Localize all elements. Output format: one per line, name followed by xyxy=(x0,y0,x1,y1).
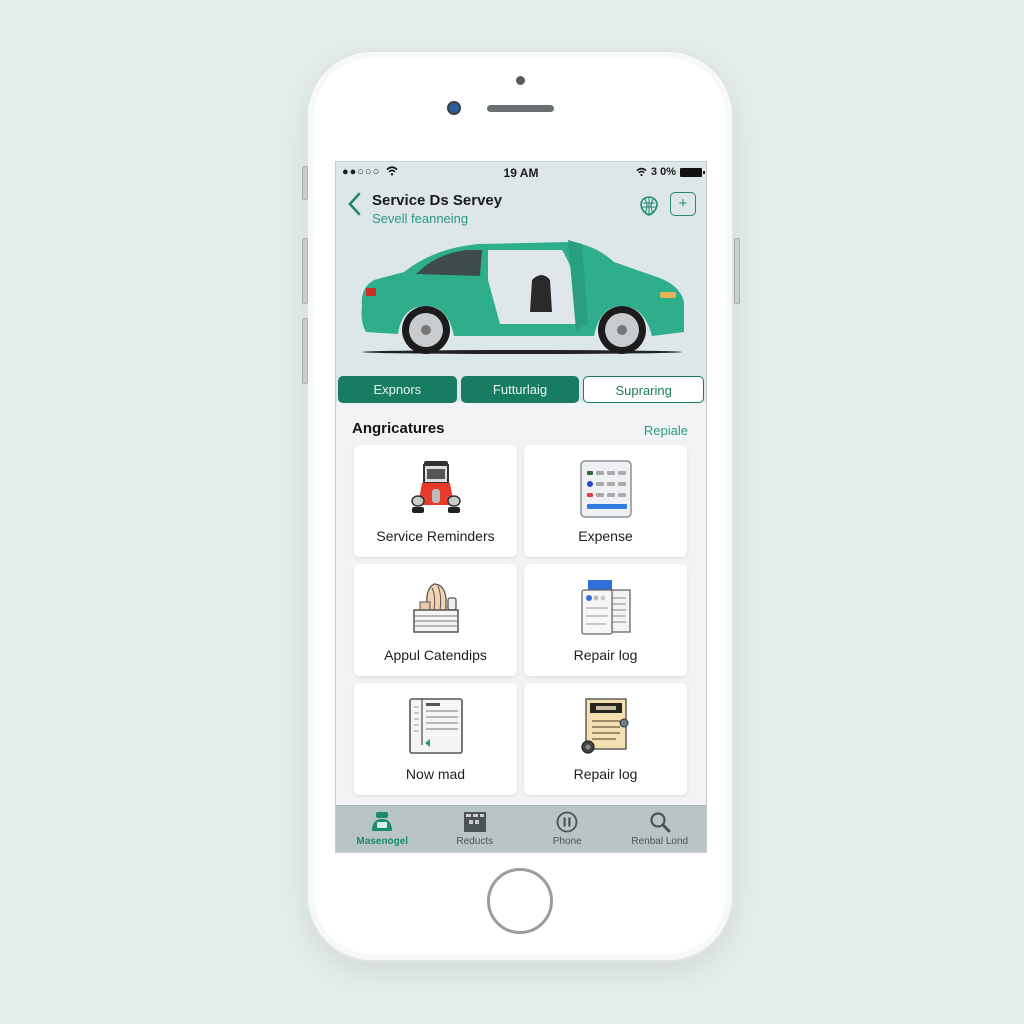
page-subtitle: Sevell feanneing xyxy=(372,211,469,226)
back-button[interactable] xyxy=(346,191,368,219)
app-screen: ●●○○○ 19 AM 3 0% Service Ds Servey Sevel… xyxy=(335,161,707,853)
pause-circle-icon xyxy=(556,811,578,833)
mute-switch xyxy=(302,166,308,200)
feature-grid: Service Reminders Expense Appul Catendip… xyxy=(354,445,688,795)
card-label: Repair log xyxy=(573,647,638,663)
tab-futturlaig[interactable]: Futturlaig xyxy=(460,376,580,403)
status-right: 3 0% xyxy=(636,166,705,178)
card-repair-log-2[interactable]: Repair log xyxy=(524,683,687,795)
car-rear-wheel xyxy=(402,306,450,354)
expense-sheet-icon xyxy=(579,460,632,518)
nav-phone[interactable]: Phone xyxy=(521,806,614,852)
card-appul-catendips[interactable]: Appul Catendips xyxy=(354,564,517,676)
volume-down-button xyxy=(302,318,308,384)
car-tail-light xyxy=(366,288,376,296)
nav-label: Masenogel xyxy=(356,836,409,847)
page-title: Service Ds Servey xyxy=(372,192,503,209)
plus-icon: + xyxy=(678,195,688,212)
tab-expnors[interactable]: Expnors xyxy=(338,376,457,403)
card-label: Service Reminders xyxy=(376,528,495,544)
garage-icon xyxy=(372,812,393,831)
nav-masenogel[interactable]: Masenogel xyxy=(336,806,429,852)
nav-header: Service Ds Servey Sevell feanneing + xyxy=(336,188,706,228)
globe-shield-icon xyxy=(640,196,658,216)
battery-percent: 3 0% xyxy=(650,166,676,178)
card-label: Repair log xyxy=(573,766,638,782)
bottom-nav: Masenogel Reducts Phone Renbal Lond xyxy=(336,805,707,852)
power-button xyxy=(734,238,740,304)
card-repair-log[interactable]: Repair log xyxy=(524,564,687,676)
card-label: Now mad xyxy=(405,766,466,782)
section-title: Angricatures xyxy=(352,420,445,437)
section-link[interactable]: Repiale xyxy=(644,423,688,438)
tab-bar: Expnors Futturlaig Supraring xyxy=(338,376,705,404)
nav-label: Phone xyxy=(552,836,582,847)
globe-button[interactable] xyxy=(638,195,660,217)
add-button[interactable]: + xyxy=(670,192,696,216)
card-label: Appul Catendips xyxy=(384,647,487,663)
nav-reducts[interactable]: Reducts xyxy=(429,806,522,852)
grid-box-icon xyxy=(463,812,486,832)
nav-label: Reducts xyxy=(456,836,494,847)
card-now-mad[interactable]: Now mad xyxy=(354,683,517,795)
nav-renbal-lond[interactable]: Renbal Lond xyxy=(614,806,707,852)
status-bar: ●●○○○ 19 AM 3 0% xyxy=(336,162,706,184)
section-header: Angricatures Repiale xyxy=(352,418,688,440)
chevron-left-icon xyxy=(348,192,361,216)
hero-car-image xyxy=(361,240,684,354)
front-camera xyxy=(447,101,461,115)
home-button[interactable] xyxy=(487,868,553,934)
battery-icon xyxy=(680,167,705,177)
earpiece-speaker xyxy=(487,105,554,112)
tab-supraring[interactable]: Supraring xyxy=(583,376,705,403)
card-service-reminders[interactable]: Service Reminders xyxy=(354,445,517,557)
vintage-car-icon xyxy=(410,461,461,513)
proximity-sensor xyxy=(516,76,525,85)
card-expense[interactable]: Expense xyxy=(524,445,687,557)
car-front-wheel xyxy=(598,306,646,354)
car-head-light xyxy=(660,292,676,298)
wifi-icon xyxy=(636,167,647,177)
notebook-icon xyxy=(408,698,463,754)
nav-label: Renbal Lond xyxy=(631,836,689,847)
documents-icon xyxy=(580,580,631,635)
car-steering-wheel xyxy=(530,275,552,312)
volume-up-button xyxy=(302,238,308,304)
search-icon xyxy=(650,812,671,833)
card-label: Expense xyxy=(578,528,633,544)
receipt-icon xyxy=(580,698,628,754)
supplies-basket-icon xyxy=(412,583,459,633)
